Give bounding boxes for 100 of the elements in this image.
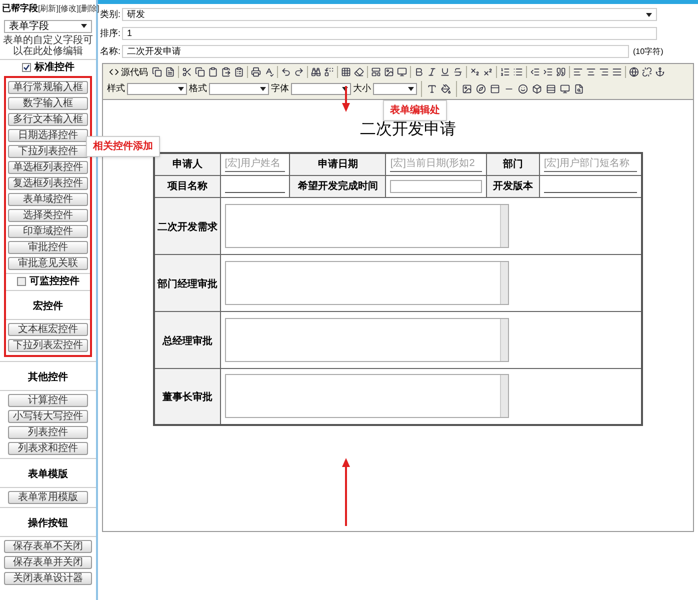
control-button[interactable]: 列表控件 xyxy=(8,426,88,438)
anchor-icon[interactable] xyxy=(654,66,666,78)
control-button[interactable]: 复选框列表控件 xyxy=(8,176,88,190)
form-label: 董事长审批 xyxy=(162,392,212,404)
form-label: 申请日期 xyxy=(316,158,359,170)
section-heading: 操作按钮 xyxy=(28,518,68,528)
control-button[interactable]: 文本框宏控件 xyxy=(8,322,88,336)
control-button[interactable]: 表单常用模版 xyxy=(8,490,88,504)
control-button[interactable]: 小写转大写控件 xyxy=(8,410,88,422)
control-button[interactable]: 列表求和控件 xyxy=(8,442,88,454)
form-label: 项目名称 xyxy=(166,180,208,192)
source-button[interactable]: 源代码 xyxy=(107,66,150,79)
action-link[interactable]: [修改] xyxy=(58,2,79,15)
control-button[interactable]: 保存表单并关闭 xyxy=(4,556,92,568)
superscript-icon[interactable] xyxy=(482,66,494,78)
toolbar-label: 样式 xyxy=(107,82,125,96)
paste-icon[interactable] xyxy=(207,66,219,78)
image-icon[interactable] xyxy=(461,83,473,95)
input-field[interactable] xyxy=(390,180,482,192)
control-button[interactable]: 印章域控件 xyxy=(8,224,88,238)
subscript-icon[interactable] xyxy=(469,66,481,78)
action-link[interactable]: [刷新] xyxy=(38,2,58,15)
hint-text: 表单的自定义字段可以在此处修编辑 xyxy=(2,34,94,58)
section-heading: 宏控件 xyxy=(33,300,63,312)
control-button[interactable]: 选择类控件 xyxy=(8,208,88,222)
section-label: 标准控件 xyxy=(34,62,74,74)
form-label: 开发版本 xyxy=(492,180,534,192)
quote-icon[interactable] xyxy=(555,66,567,78)
field-label: 名称: xyxy=(100,45,122,58)
field-label: 类别: xyxy=(100,8,122,21)
control-button[interactable]: 数字输入框 xyxy=(8,96,88,110)
underline-icon[interactable] xyxy=(439,66,451,78)
control-button[interactable]: 下拉列表控件 xyxy=(8,144,88,158)
length-note: (10字符) xyxy=(633,46,664,58)
form-label: 申请人 xyxy=(171,158,204,170)
bold-icon[interactable] xyxy=(413,66,425,78)
field-select[interactable]: 表单字段 xyxy=(4,20,92,32)
unlink-icon[interactable] xyxy=(641,66,653,78)
field-label: 排序: xyxy=(100,26,122,40)
caret-icon xyxy=(342,87,348,91)
arrow-drawing xyxy=(342,458,350,526)
form-title: 二次开发申请 xyxy=(360,120,456,140)
control-button[interactable]: 单行常规输入框 xyxy=(8,80,88,94)
indent-icon[interactable] xyxy=(542,66,554,78)
caret-icon xyxy=(178,87,184,91)
control-button[interactable]: 关闭表单设计器 xyxy=(4,572,92,584)
form-label: 部门经理审批 xyxy=(157,278,218,290)
control-button[interactable]: 审批控件 xyxy=(8,240,88,254)
control-button[interactable]: 计算控件 xyxy=(8,394,88,406)
control-button[interactable]: 下拉列表宏控件 xyxy=(8,338,88,352)
preview-icon[interactable] xyxy=(573,83,585,95)
control-button[interactable]: 日期选择控件 xyxy=(8,128,88,142)
toolbar-dropdown[interactable] xyxy=(373,83,417,95)
caret-icon xyxy=(646,12,652,17)
input-field[interactable]: 二次开发申请 xyxy=(122,45,629,58)
caret-icon xyxy=(260,87,266,91)
print-icon[interactable] xyxy=(250,66,262,78)
control-button[interactable]: 审批意见关联 xyxy=(8,256,88,270)
toolbar-label: 大小 xyxy=(353,82,371,96)
caret-icon xyxy=(408,87,414,91)
strikethrough-icon[interactable] xyxy=(452,66,464,78)
align-left-icon[interactable] xyxy=(572,66,584,78)
arrow-drawing xyxy=(342,86,350,112)
numbered-list-icon[interactable] xyxy=(499,66,511,78)
outdent-icon[interactable] xyxy=(529,66,541,78)
control-button[interactable]: 表单域控件 xyxy=(8,192,88,206)
checkbox[interactable] xyxy=(16,277,26,286)
smiley-icon[interactable] xyxy=(517,83,529,95)
italic-icon[interactable] xyxy=(426,66,438,78)
replace-icon[interactable] xyxy=(323,66,335,78)
image-icon[interactable] xyxy=(383,66,395,78)
copy-icon[interactable] xyxy=(194,66,206,78)
checkbox[interactable] xyxy=(22,63,30,72)
toolbar-label: 格式 xyxy=(189,82,207,96)
control-button[interactable]: 单选框列表控件 xyxy=(8,160,88,174)
background-color-icon[interactable] xyxy=(440,83,452,95)
scrollbar xyxy=(500,318,508,360)
align-center-icon[interactable] xyxy=(585,66,597,78)
toolbar-dropdown[interactable] xyxy=(291,83,351,95)
category-select[interactable]: 研发 xyxy=(122,8,657,22)
align-right-icon[interactable] xyxy=(598,66,610,78)
form-label: 希望开发完成时间 xyxy=(296,180,379,192)
justify-icon[interactable] xyxy=(611,66,623,78)
cut-icon[interactable] xyxy=(181,66,193,78)
section-label: 可监控控件 xyxy=(30,276,80,288)
caret-icon xyxy=(81,24,87,28)
eraser-icon[interactable] xyxy=(353,66,365,78)
find-icon[interactable] xyxy=(310,66,322,78)
copy-icon[interactable] xyxy=(151,66,163,78)
control-button[interactable]: 多行文本输入框 xyxy=(8,112,88,126)
text-color-icon[interactable] xyxy=(426,83,438,95)
scrollbar xyxy=(500,375,508,418)
input-field[interactable]: 1 xyxy=(122,26,657,40)
spellcheck-icon[interactable] xyxy=(263,66,275,78)
undo-icon[interactable] xyxy=(280,66,292,78)
scrollbar xyxy=(500,262,508,304)
source-icon xyxy=(109,67,119,78)
control-button[interactable]: 保存表单不关闭 xyxy=(4,540,92,552)
action-link[interactable]: [删除] xyxy=(78,2,100,15)
redo-icon[interactable] xyxy=(293,66,305,78)
